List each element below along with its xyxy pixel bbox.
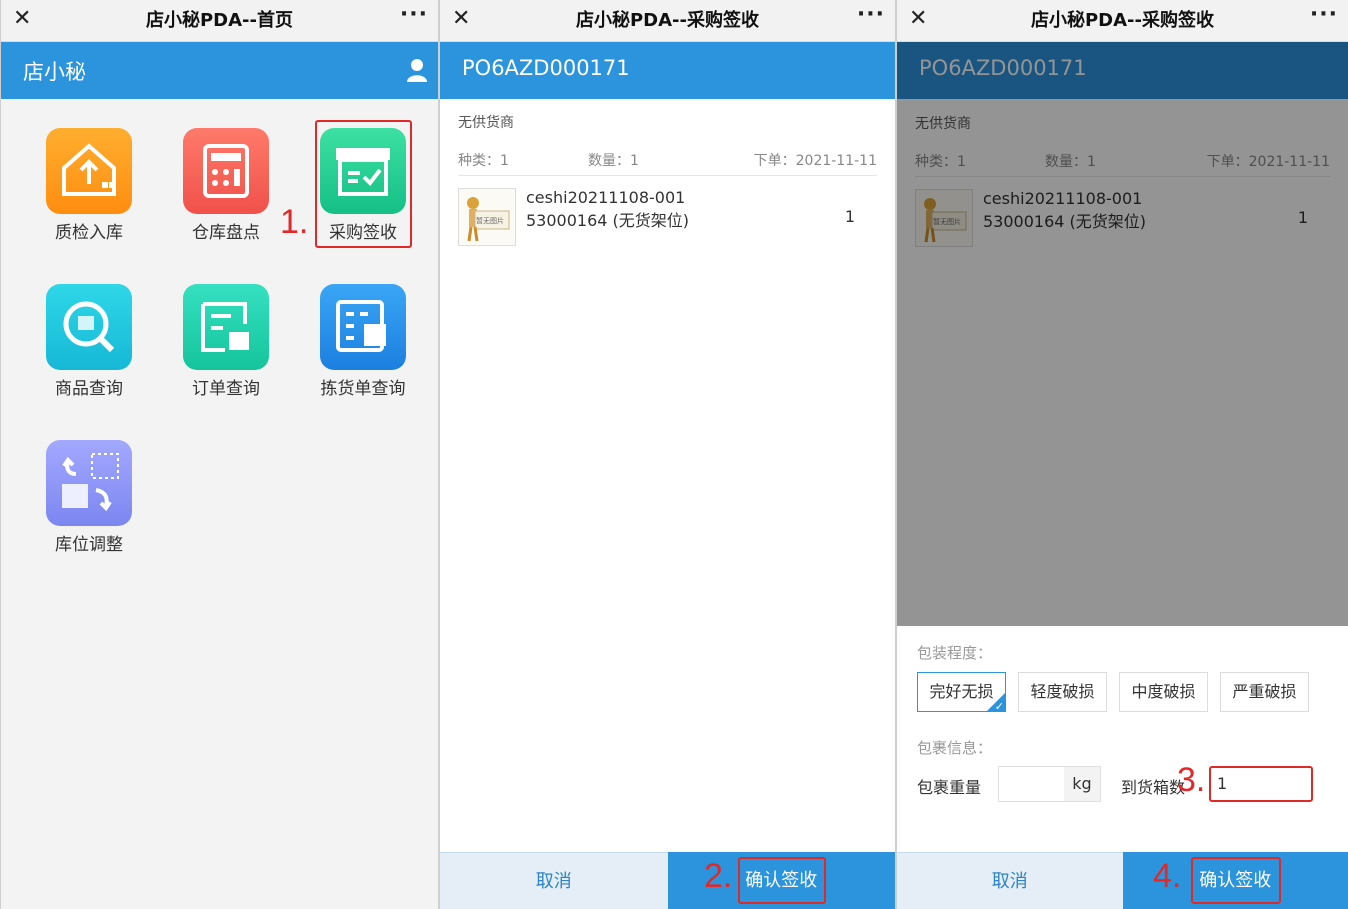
supplier: 无供货商 — [458, 115, 514, 131]
tile-location-adjust[interactable]: 库位调整 — [34, 440, 144, 555]
more-icon[interactable]: ··· — [400, 2, 428, 27]
po-number: PO6AZD000171 — [462, 56, 630, 80]
product-thumbnail: 暂无图片 — [458, 188, 516, 246]
weight-unit: kg — [1064, 767, 1100, 801]
tile-label: 仓库盘点 — [192, 223, 260, 243]
tile-label: 订单查询 — [192, 379, 260, 399]
po-header: PO6AZD000171 — [440, 42, 895, 99]
app-header: 店小秘 — [1, 42, 438, 99]
box-count-label: 到货箱数 — [1121, 778, 1186, 797]
search-box-icon — [46, 284, 132, 370]
tile-label: 商品查询 — [55, 379, 123, 399]
step-number: 1. — [280, 203, 309, 241]
weight-label: 包裹重量 — [917, 778, 982, 797]
app-title: 店小秘 — [23, 60, 86, 84]
highlight-box — [1191, 857, 1281, 904]
packaging-option-medium[interactable]: 中度破损 — [1119, 672, 1208, 712]
window-titlebar: ✕ 店小秘PDA--采购签收 ··· — [440, 0, 895, 42]
parcel-info-label: 包裹信息： — [917, 739, 993, 757]
item-quantity: 1 — [844, 207, 855, 226]
check-icon: ✓ — [994, 700, 1004, 713]
packaging-option-light[interactable]: 轻度破损 — [1018, 672, 1107, 712]
packaging-option-intact[interactable]: 完好无损 ✓ — [917, 672, 1006, 713]
order-doc-icon — [183, 284, 269, 370]
cancel-button[interactable]: 取消 — [440, 852, 668, 909]
picklist-icon — [320, 284, 406, 370]
box-count-input[interactable]: 1 — [1209, 766, 1313, 802]
home-panel: ✕ 店小秘PDA--首页 ··· 店小秘 质检入库 仓库盘点 采购签收 1. 商… — [0, 0, 440, 909]
action-bar: 取消 确认签收 — [440, 852, 895, 909]
tile-label: 库位调整 — [55, 535, 123, 555]
item-sku: 53000164 (无货架位) — [526, 211, 690, 230]
weight-input[interactable]: kg — [998, 766, 1101, 802]
more-icon[interactable]: ··· — [1310, 2, 1338, 27]
quantity-count: 数量：1 — [588, 153, 639, 169]
tile-product-search[interactable]: 商品查询 — [34, 284, 144, 399]
tile-quality-inbound[interactable]: 质检入库 — [34, 128, 144, 243]
step-number: 4. — [1153, 857, 1182, 895]
kinds-count: 种类：1 — [458, 153, 509, 169]
window-titlebar: ✕ 店小秘PDA--采购签收 ··· — [897, 0, 1348, 42]
window-title: 店小秘PDA--采购签收 — [575, 10, 759, 31]
step-number: 2. — [704, 857, 733, 895]
list-item[interactable]: 暂无图片 ceshi20211108-001 53000164 (无货架位) 1 — [458, 188, 877, 248]
cancel-button[interactable]: 取消 — [897, 852, 1123, 909]
tile-label: 质检入库 — [55, 223, 123, 243]
packaging-option-severe[interactable]: 严重破损 — [1220, 672, 1309, 712]
receive-sheet: 包装程度： 完好无损 ✓ 轻度破损 中度破损 严重破损 包裹信息： 包裹重量 k… — [897, 626, 1348, 852]
tile-label: 拣货单查询 — [320, 379, 406, 399]
user-icon[interactable] — [406, 58, 428, 82]
receive-confirm-panel: ✕ 店小秘PDA--采购签收 ··· PO6AZD000171 无供货商 种类：… — [897, 0, 1348, 909]
step-number: 3. — [1177, 761, 1206, 799]
calculator-icon — [183, 128, 269, 214]
tile-order-search[interactable]: 订单查询 — [171, 284, 281, 399]
highlight-box — [738, 857, 826, 904]
order-meta: 种类：1 数量：1 下单：2021-11-11 — [458, 150, 877, 176]
order-date: 下单：2021-11-11 — [753, 153, 877, 169]
more-icon[interactable]: ··· — [857, 2, 885, 27]
thumb-text: 暂无图片 — [476, 217, 504, 225]
window-titlebar: ✕ 店小秘PDA--首页 ··· — [1, 0, 438, 42]
swap-location-icon — [46, 440, 132, 526]
item-name: ceshi20211108-001 — [526, 188, 686, 207]
window-title: 店小秘PDA--采购签收 — [1030, 10, 1214, 31]
modal-overlay[interactable] — [897, 42, 1348, 626]
tile-stock-count[interactable]: 仓库盘点 — [171, 128, 281, 243]
highlight-box — [315, 120, 412, 248]
upload-warehouse-icon — [46, 128, 132, 214]
packaging-label: 包装程度： — [917, 644, 993, 662]
purchase-receive-panel: ✕ 店小秘PDA--采购签收 ··· PO6AZD000171 无供货商 种类：… — [440, 0, 897, 909]
window-title: 店小秘PDA--首页 — [145, 10, 293, 31]
tile-picklist-search[interactable]: 拣货单查询 — [308, 284, 418, 399]
